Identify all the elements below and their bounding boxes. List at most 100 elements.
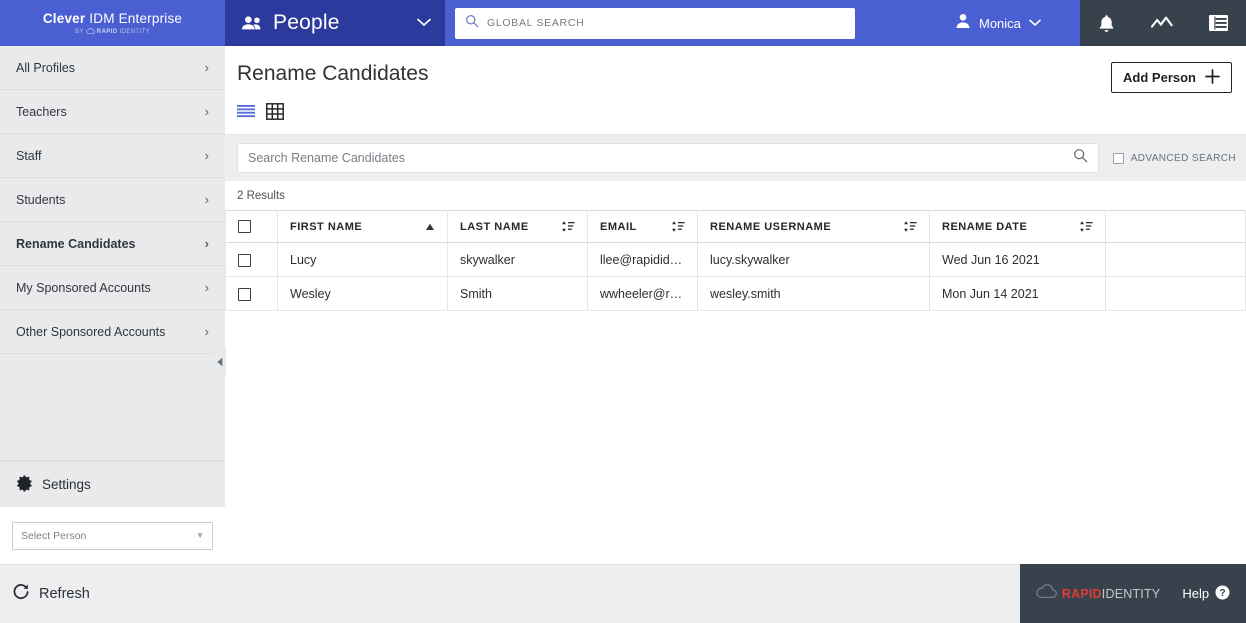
row-checkbox[interactable] — [238, 287, 251, 301]
sidebar-item-label: My Sponsored Accounts — [16, 280, 151, 295]
brand-identity-label: IDENTITY — [119, 28, 151, 35]
sidebar-item-students[interactable]: Students › — [0, 178, 225, 222]
row-checkbox[interactable] — [238, 253, 251, 267]
sidebar-item-rename-candidates[interactable]: Rename Candidates › — [0, 222, 225, 266]
column-header-rename-username[interactable]: RENAME USERNAME — [697, 210, 930, 243]
section-switcher-people[interactable]: People — [225, 0, 445, 46]
column-header-last-name[interactable]: LAST NAME — [447, 210, 588, 243]
column-label: RENAME USERNAME — [710, 220, 832, 233]
brand-subtitle: BY RAPID IDENTITY — [74, 27, 151, 36]
refresh-icon — [12, 583, 30, 606]
cell-first-name: Wesley — [277, 276, 448, 311]
row-select-cell[interactable] — [225, 276, 278, 311]
chevron-right-icon: › — [204, 324, 209, 339]
search-input[interactable] — [248, 151, 1073, 165]
caret-down-icon: ▼ — [196, 531, 204, 540]
brand-logo: Clever IDM Enterprise BY RAPID IDENTITY — [0, 0, 225, 46]
cloud-icon — [1036, 583, 1058, 604]
global-search-input[interactable] — [487, 17, 845, 29]
brand-title-rest: IDM Enterprise — [85, 10, 183, 26]
rename-candidates-table: FIRST NAME LAST NAME EMAIL RENAME USERNA… — [225, 210, 1246, 311]
column-header-rename-date[interactable]: RENAME DATE — [929, 210, 1106, 243]
search-icon[interactable] — [1073, 148, 1088, 168]
chevron-right-icon: › — [204, 148, 209, 163]
select-person-dropdown[interactable]: Select Person ▼ — [12, 521, 213, 550]
chevron-down-icon — [417, 14, 431, 32]
chevron-right-icon: › — [204, 280, 209, 295]
sidebar-item-staff[interactable]: Staff › — [0, 134, 225, 178]
settings-label: Settings — [42, 477, 91, 492]
people-icon — [241, 15, 263, 31]
sidebar-filler — [0, 354, 225, 461]
person-icon — [955, 13, 971, 34]
sidebar: All Profiles › Teachers › Staff › Studen… — [0, 46, 226, 564]
sort-icon[interactable] — [1079, 220, 1093, 233]
logo-rapid-text: RAPID — [1061, 586, 1102, 601]
refresh-label: Refresh — [39, 586, 90, 602]
sidebar-item-all-profiles[interactable]: All Profiles › — [0, 46, 225, 90]
cell-last-name: skywalker — [447, 242, 588, 277]
select-person-row: Select Person ▼ — [0, 507, 225, 564]
select-all-checkbox[interactable] — [238, 220, 251, 233]
sidebar-item-my-sponsored-accounts[interactable]: My Sponsored Accounts › — [0, 266, 225, 310]
select-all-header[interactable] — [225, 210, 278, 243]
column-header-email[interactable]: EMAIL — [587, 210, 698, 243]
user-name-label: Monica — [979, 15, 1021, 31]
top-navigation-bar: Clever IDM Enterprise BY RAPID IDENTITY P… — [0, 0, 1246, 46]
cell-last-name: Smith — [447, 276, 588, 311]
sidebar-item-label: All Profiles — [16, 60, 76, 75]
help-label: Help — [1182, 586, 1210, 601]
list-menu-icon[interactable] — [1209, 15, 1228, 31]
grid-view-icon[interactable] — [266, 103, 284, 120]
rapididentity-logo: RAPIDIDENTITY — [1036, 583, 1160, 604]
view-mode-toggle — [225, 93, 1246, 120]
sidebar-item-other-sponsored-accounts[interactable]: Other Sponsored Accounts › — [0, 310, 225, 354]
select-person-value: Select Person — [21, 529, 87, 542]
sort-icon[interactable] — [671, 220, 685, 233]
advanced-search-checkbox[interactable] — [1112, 152, 1124, 164]
sidebar-item-settings[interactable]: Settings — [0, 461, 225, 507]
table-row[interactable]: Wesley Smith wwheeler@ra... wesley.smith… — [225, 276, 1246, 311]
table-row[interactable]: Lucy skywalker llee@rapidide... lucy.sky… — [225, 242, 1246, 277]
cell-email: wwheeler@ra... — [587, 276, 698, 311]
sidebar-nav-list: All Profiles › Teachers › Staff › Studen… — [0, 46, 225, 354]
cell-actions — [1105, 276, 1246, 311]
column-label: RENAME DATE — [942, 220, 1028, 233]
cell-rename-username: wesley.smith — [697, 276, 930, 311]
search-box[interactable] — [237, 143, 1099, 173]
sidebar-collapse-toggle[interactable] — [214, 347, 226, 377]
add-person-button[interactable]: Add Person — [1111, 62, 1232, 93]
cell-actions — [1105, 242, 1246, 277]
page-header: Rename Candidates Add Person — [225, 46, 1246, 93]
refresh-button[interactable]: Refresh — [12, 583, 90, 606]
table-header: FIRST NAME LAST NAME EMAIL RENAME USERNA… — [225, 210, 1246, 243]
sort-icon[interactable] — [903, 220, 917, 233]
sidebar-item-label: Students — [16, 192, 66, 207]
rapididentity-wordmark: RAPIDIDENTITY — [1062, 587, 1160, 601]
brand-by-label: BY — [74, 28, 84, 35]
search-band: ADVANCED SEARCH — [225, 134, 1246, 181]
chevron-down-icon — [1029, 14, 1041, 32]
row-select-cell[interactable] — [225, 242, 278, 277]
global-search-box[interactable] — [455, 7, 855, 39]
user-menu[interactable]: Monica — [945, 0, 1080, 46]
footer-left: Refresh — [0, 564, 1020, 623]
table-body: Lucy skywalker llee@rapidide... lucy.sky… — [225, 242, 1246, 311]
advanced-search-toggle[interactable]: ADVANCED SEARCH — [1099, 152, 1246, 164]
cloud-icon — [86, 27, 95, 36]
column-header-first-name[interactable]: FIRST NAME — [277, 210, 448, 243]
chevron-right-icon: › — [204, 236, 209, 251]
sort-ascending-arrow-icon — [425, 223, 435, 231]
list-view-icon[interactable] — [237, 104, 255, 119]
bell-icon[interactable] — [1098, 14, 1115, 33]
help-button[interactable]: Help ? — [1182, 585, 1230, 603]
search-icon — [465, 14, 479, 33]
sort-icon[interactable] — [561, 220, 575, 233]
sidebar-item-label: Other Sponsored Accounts — [16, 324, 166, 339]
page-title: Rename Candidates — [237, 62, 429, 85]
sidebar-item-teachers[interactable]: Teachers › — [0, 90, 225, 134]
trend-line-icon[interactable] — [1151, 16, 1173, 30]
column-header-actions — [1105, 210, 1246, 243]
cell-rename-date: Wed Jun 16 2021 — [929, 242, 1106, 277]
table-header-row: FIRST NAME LAST NAME EMAIL RENAME USERNA… — [225, 210, 1246, 243]
